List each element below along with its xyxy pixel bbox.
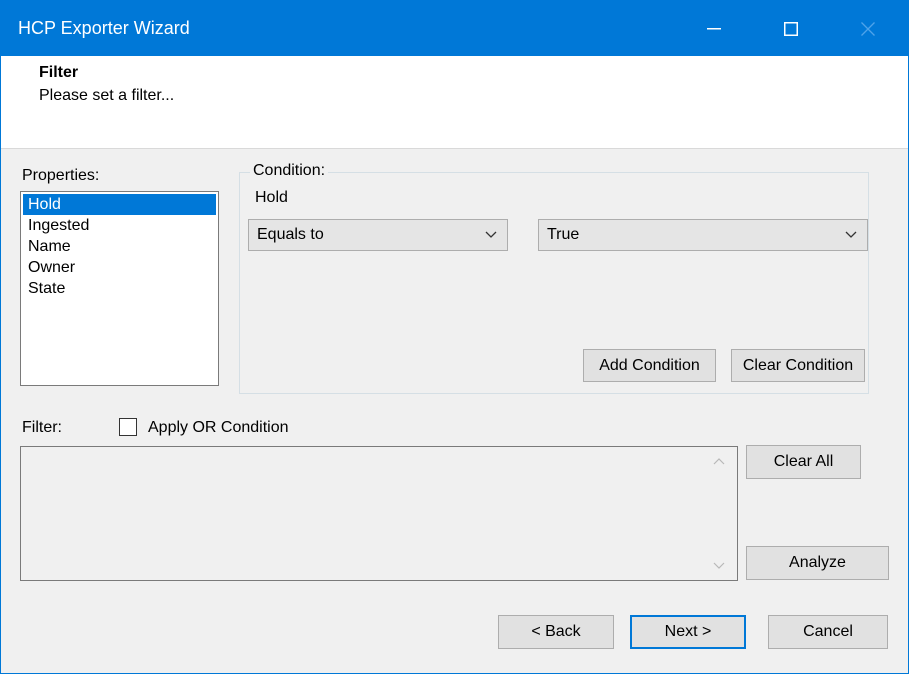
clear-condition-button[interactable]: Clear Condition (731, 349, 865, 382)
maximize-icon (784, 21, 798, 36)
scroll-down-icon[interactable] (713, 562, 725, 570)
operator-select[interactable]: Equals to (248, 219, 508, 251)
step-title: Filter (39, 64, 79, 81)
filter-scrollbar[interactable] (703, 447, 737, 580)
list-item[interactable]: Ingested (23, 215, 216, 236)
wizard-window: HCP Exporter Wizard Filter Please set a … (0, 0, 909, 674)
cancel-button[interactable]: Cancel (768, 615, 888, 649)
maximize-button[interactable] (761, 1, 821, 56)
filter-label: Filter: (22, 419, 62, 436)
add-condition-button[interactable]: Add Condition (583, 349, 716, 382)
step-subtitle: Please set a filter... (39, 87, 175, 104)
window-title: HCP Exporter Wizard (18, 18, 190, 38)
close-icon (861, 21, 875, 36)
cancel-label: Cancel (803, 623, 853, 640)
properties-list[interactable]: Hold Ingested Name Owner State (20, 191, 219, 386)
minimize-button[interactable] (684, 1, 744, 56)
back-label: < Back (531, 623, 581, 640)
analyze-button[interactable]: Analyze (746, 546, 889, 580)
back-button[interactable]: < Back (498, 615, 614, 649)
value-select[interactable]: True (538, 219, 868, 251)
condition-legend: Condition: (250, 162, 329, 180)
clear-all-label: Clear All (773, 453, 834, 470)
operator-value: Equals to (257, 226, 324, 243)
next-label: Next > (664, 623, 712, 640)
filter-textbox[interactable] (20, 446, 738, 581)
condition-value: True (547, 226, 580, 243)
chevron-down-icon (845, 231, 857, 238)
apply-or-label[interactable]: Apply OR Condition (148, 419, 289, 437)
title-bar[interactable]: HCP Exporter Wizard (1, 1, 908, 56)
clear-condition-label: Clear Condition (742, 357, 854, 374)
wizard-header: Filter Please set a filter... (1, 56, 908, 149)
list-item[interactable]: State (23, 278, 216, 299)
list-item[interactable]: Hold (23, 194, 216, 215)
chevron-down-icon (485, 231, 497, 238)
clear-all-button[interactable]: Clear All (746, 445, 861, 479)
list-item[interactable]: Owner (23, 257, 216, 278)
close-button[interactable] (838, 1, 898, 56)
properties-label: Properties: (22, 167, 100, 184)
apply-or-checkbox[interactable] (119, 418, 137, 436)
minimize-icon (707, 27, 721, 29)
scroll-up-icon[interactable] (713, 457, 725, 465)
add-condition-label: Add Condition (599, 357, 700, 374)
condition-property: Hold (255, 189, 288, 206)
analyze-label: Analyze (789, 554, 846, 571)
list-item[interactable]: Name (23, 236, 216, 257)
next-button[interactable]: Next > (630, 615, 746, 649)
